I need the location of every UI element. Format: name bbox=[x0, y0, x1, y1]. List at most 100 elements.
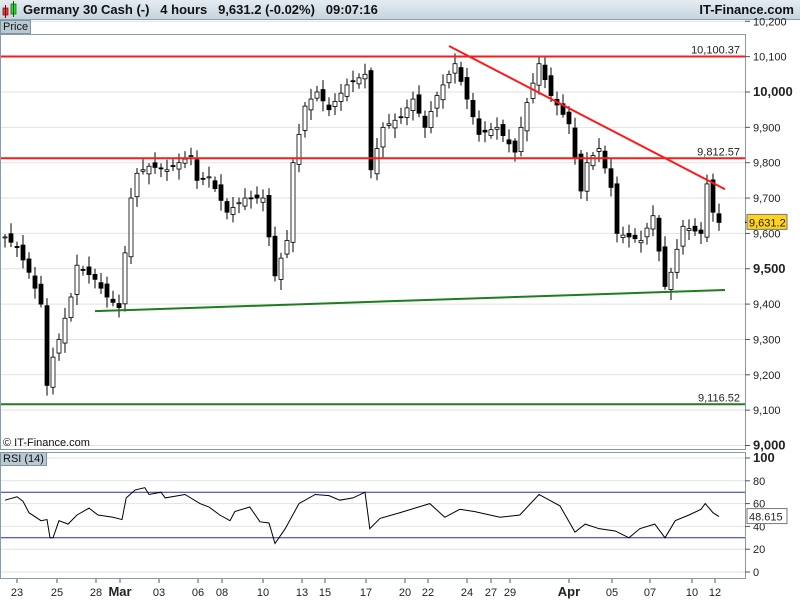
candle-body bbox=[200, 177, 206, 180]
candle-body bbox=[80, 269, 86, 271]
candle-body bbox=[116, 303, 122, 309]
candle-body bbox=[44, 305, 50, 386]
candle-body bbox=[122, 252, 128, 305]
candle-body bbox=[494, 126, 500, 130]
resistance-level-label: 9,812.57 bbox=[697, 146, 740, 158]
candle-body bbox=[92, 273, 98, 280]
candle-body bbox=[488, 129, 494, 136]
candle-body bbox=[152, 162, 158, 168]
candle-body bbox=[194, 159, 200, 181]
x-tick-label: 06 bbox=[192, 587, 204, 599]
support-trendline bbox=[94, 288, 726, 313]
candle-body bbox=[356, 77, 362, 85]
candle-body bbox=[392, 119, 398, 129]
candle-body bbox=[56, 339, 62, 354]
price-tick-label: 9,800 bbox=[753, 158, 781, 170]
candle-body bbox=[140, 169, 146, 172]
price-tick-label: 9,600 bbox=[753, 228, 781, 240]
candle-body bbox=[308, 98, 314, 111]
candle-body bbox=[470, 100, 476, 118]
candle-body bbox=[662, 246, 668, 287]
price-panel-tag: Price bbox=[0, 20, 32, 34]
candle-body bbox=[350, 80, 356, 83]
candle-body bbox=[176, 162, 182, 170]
candle-body bbox=[626, 232, 632, 238]
candle-body bbox=[602, 150, 608, 169]
candle-body bbox=[698, 229, 704, 234]
support-level-label: 9,116.52 bbox=[698, 392, 740, 404]
candle-body bbox=[650, 215, 656, 230]
rsi-tick-label: 100 bbox=[753, 450, 775, 465]
price-tick-label: 9,100 bbox=[753, 405, 781, 417]
candle-body bbox=[464, 77, 470, 100]
candle-body bbox=[218, 184, 224, 201]
x-tick-label: 08 bbox=[216, 587, 228, 599]
candle-body bbox=[38, 283, 44, 305]
candle-body bbox=[380, 126, 386, 148]
candle-body bbox=[596, 148, 602, 152]
candle-body bbox=[416, 94, 422, 114]
candle-body bbox=[242, 197, 248, 207]
candle-body bbox=[302, 105, 308, 131]
candle-body bbox=[20, 244, 26, 261]
candle-body bbox=[716, 213, 722, 223]
candle-body bbox=[338, 92, 344, 102]
rsi-tick-label: 20 bbox=[753, 544, 765, 556]
candle-body bbox=[704, 183, 710, 238]
x-tick-label: 22 bbox=[422, 587, 434, 599]
candle-body bbox=[74, 264, 80, 295]
price-tick-label: 9,700 bbox=[753, 193, 781, 205]
candle-body bbox=[254, 194, 260, 199]
price-tick-label: 10,000 bbox=[753, 84, 793, 99]
candle-body bbox=[422, 115, 428, 128]
candle-body bbox=[2, 236, 8, 239]
current-price-label: 9,631.2 bbox=[749, 217, 786, 229]
rsi-panel-frame bbox=[0, 452, 746, 579]
candle-body bbox=[332, 101, 338, 107]
x-tick-label: Apr bbox=[558, 584, 580, 599]
candle-body bbox=[458, 67, 464, 82]
candle-body bbox=[656, 217, 662, 252]
price-tick-label: 10,200 bbox=[753, 16, 787, 28]
candle-body bbox=[374, 148, 380, 175]
candle-body bbox=[212, 180, 218, 190]
candle-body bbox=[512, 140, 518, 153]
candle-body bbox=[314, 91, 320, 99]
x-tick-label: 10 bbox=[686, 587, 698, 599]
candle-body bbox=[50, 356, 56, 388]
price-tick-label: 9,300 bbox=[753, 334, 781, 346]
price-tick-label: 9,400 bbox=[753, 299, 781, 311]
x-tick-label: 28 bbox=[90, 587, 102, 599]
copyright: © IT-Finance.com bbox=[3, 437, 90, 449]
candle-body bbox=[434, 95, 440, 109]
x-tick-label: 25 bbox=[51, 587, 63, 599]
chart-canvas[interactable]: 9,0009,1009,2009,3009,4009,5009,6009,700… bbox=[0, 0, 800, 600]
candle-body bbox=[206, 176, 212, 179]
candle-body bbox=[614, 183, 620, 234]
x-tick-label: 05 bbox=[606, 587, 618, 599]
candle-body bbox=[410, 98, 416, 111]
candle-body bbox=[182, 158, 188, 164]
candle-body bbox=[272, 235, 278, 277]
candle-body bbox=[230, 207, 236, 215]
rsi-tick-label: 0 bbox=[753, 567, 759, 579]
candle-body bbox=[476, 118, 482, 135]
x-tick-label: 13 bbox=[296, 587, 308, 599]
candle-body bbox=[26, 258, 32, 273]
candle-body bbox=[590, 155, 596, 167]
candle-body bbox=[164, 169, 170, 172]
x-tick-label: 20 bbox=[399, 587, 411, 599]
candle-body bbox=[572, 127, 578, 158]
candle-body bbox=[278, 257, 284, 280]
candle-body bbox=[260, 197, 266, 203]
x-tick-label: 03 bbox=[153, 587, 165, 599]
candle-body bbox=[638, 240, 644, 244]
candle-body bbox=[224, 201, 230, 213]
candle-body bbox=[134, 172, 140, 198]
candle-body bbox=[104, 283, 110, 298]
candle-body bbox=[518, 126, 524, 152]
candle-body bbox=[266, 195, 272, 238]
resistance-level-label: 10,100.37 bbox=[691, 45, 740, 57]
candle-body bbox=[446, 73, 452, 84]
x-tick-label: 10 bbox=[257, 587, 269, 599]
